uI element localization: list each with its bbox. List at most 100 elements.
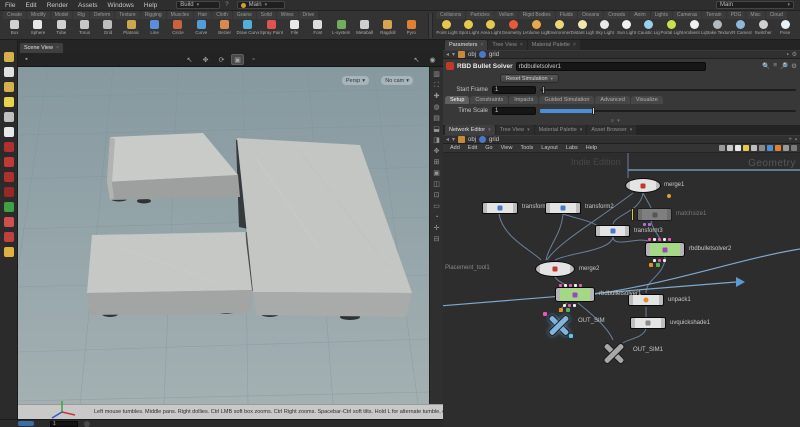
menu-item[interactable]: Edit xyxy=(20,2,41,9)
shelf-tool[interactable]: Point Light xyxy=(436,19,458,39)
side-tool-icon[interactable] xyxy=(4,112,14,122)
side-tool-icon[interactable] xyxy=(4,247,14,257)
shelf-tool[interactable]: Volume Light xyxy=(525,19,548,39)
pane-tab[interactable]: Material Palette× xyxy=(528,40,580,50)
shelf-tool[interactable]: Ambient Light xyxy=(683,19,706,39)
menu-item[interactable]: View xyxy=(497,145,517,151)
menu-item[interactable]: Layout xyxy=(537,145,562,151)
node-transform1[interactable] xyxy=(482,202,518,214)
network-toolbar-icon[interactable] xyxy=(727,145,733,151)
view-option-icon[interactable]: ⊡ xyxy=(434,192,440,200)
shelf-tool[interactable]: Spot Light xyxy=(458,19,480,39)
pane-tab[interactable]: Parameters× xyxy=(445,40,487,50)
plus-icon[interactable]: + xyxy=(788,137,792,143)
view-option-icon[interactable]: ▣ xyxy=(433,170,440,178)
side-tool-icon[interactable] xyxy=(4,232,14,242)
camera-menu-button[interactable]: Persp▾ xyxy=(342,76,369,85)
chevron-down-icon[interactable]: ▾ xyxy=(488,127,491,133)
side-tool-icon[interactable] xyxy=(4,142,14,152)
shelf-tab[interactable]: Create xyxy=(3,11,26,19)
shelf-tab[interactable]: Cloth xyxy=(212,11,232,19)
shelf-tab[interactable]: Particles xyxy=(466,11,493,19)
shelf-tab[interactable]: Modify xyxy=(27,11,50,19)
shelf-tab[interactable]: Rig xyxy=(73,11,89,19)
parameter-tab[interactable]: Setup xyxy=(445,96,469,104)
node-out-sim1[interactable] xyxy=(600,340,628,368)
node-rbdbulletsolver2[interactable] xyxy=(645,242,685,257)
shelf-tool[interactable]: Sphere xyxy=(26,19,49,39)
shelf-tool[interactable]: L-system xyxy=(330,19,353,39)
shelf-divider[interactable] xyxy=(428,13,433,38)
view-option-icon[interactable]: ◔ xyxy=(434,214,438,222)
side-tool-icon[interactable] xyxy=(4,187,14,197)
viewport-tool-icon[interactable]: ◉ xyxy=(426,54,439,65)
shelf-tool[interactable]: Bezier xyxy=(213,19,236,39)
menu-item[interactable]: Help xyxy=(139,2,162,9)
shelf-tool[interactable]: Font xyxy=(306,19,329,39)
play-button[interactable] xyxy=(84,421,90,427)
shelf-tab[interactable]: Drive xyxy=(299,11,319,19)
view-option-icon[interactable]: ✛ xyxy=(434,225,440,233)
scheme-selector[interactable]: Main▾ xyxy=(237,1,285,9)
shelf-tab[interactable]: Model xyxy=(51,11,73,19)
start-frame-field[interactable]: 1 xyxy=(492,86,536,94)
shelf-tool[interactable]: Torus xyxy=(73,19,96,39)
playbar-marker[interactable] xyxy=(18,421,34,426)
menu-item[interactable]: Help xyxy=(582,145,601,151)
shelf-tab[interactable]: Fluids xyxy=(556,11,577,19)
view-option-icon[interactable]: ◨ xyxy=(433,137,440,145)
shelf-tool[interactable]: Environment Light xyxy=(548,19,571,39)
menu-item[interactable]: Windows xyxy=(103,2,139,9)
pane-grip[interactable]: ≡ ▾ xyxy=(611,118,621,124)
search-icon[interactable]: 🔍 xyxy=(762,62,770,70)
side-tool-icon[interactable] xyxy=(4,97,14,107)
menu-item[interactable]: Render xyxy=(42,2,73,9)
network-toolbar-icon[interactable] xyxy=(759,145,765,151)
pane-tab[interactable]: Tree View▾ xyxy=(496,125,534,135)
side-tool-icon[interactable] xyxy=(4,127,14,137)
shelf-tool[interactable]: Pyro xyxy=(400,19,423,39)
side-tool-icon[interactable] xyxy=(4,172,14,182)
shelf-tool[interactable]: Sun Light xyxy=(616,19,638,39)
shelf-tool[interactable]: Sky Light xyxy=(594,19,616,39)
pin-icon[interactable]: ▪ xyxy=(20,54,33,65)
viewport-tool-icon[interactable]: ↖ xyxy=(183,54,196,65)
shelf-tool[interactable]: Switcher xyxy=(752,19,774,39)
network-toolbar-icon[interactable] xyxy=(767,145,773,151)
close-icon[interactable]: × xyxy=(573,42,576,48)
shelf-tab[interactable]: Anim xyxy=(630,11,649,19)
shelf-tab[interactable]: Muscles xyxy=(167,11,193,19)
start-frame-slider[interactable] xyxy=(540,89,796,91)
viewport-tool-icon[interactable]: ↖ xyxy=(410,54,423,65)
shelf-tab[interactable]: Terrain xyxy=(702,11,725,19)
help-icon[interactable]: ? xyxy=(225,2,228,8)
shelf-tool[interactable]: Curve xyxy=(190,19,213,39)
pane-tab[interactable]: Tree View× xyxy=(488,40,526,50)
view-option-icon[interactable]: ◫ xyxy=(433,181,440,189)
node-transform2[interactable] xyxy=(545,202,581,214)
pane-tab[interactable]: Asset Browser▾ xyxy=(587,125,636,135)
view-option-icon[interactable]: ▤ xyxy=(433,115,440,123)
view-option-icon[interactable]: ⊞ xyxy=(434,159,440,167)
shelf-tab[interactable]: Vellum xyxy=(495,11,518,19)
side-tool-icon[interactable] xyxy=(4,202,14,212)
tab-scene-view[interactable]: Scene View× xyxy=(20,43,63,53)
network-toolbar-icon[interactable] xyxy=(743,145,749,151)
shelf-tab[interactable]: Misc xyxy=(746,11,764,19)
network-toolbar-icon[interactable] xyxy=(719,145,725,151)
shelf-tool[interactable]: File xyxy=(283,19,306,39)
shelf-tab[interactable]: Deform xyxy=(90,11,114,19)
close-icon[interactable]: × xyxy=(480,42,483,48)
shelf-tab[interactable]: Lights xyxy=(651,11,672,19)
shelf-tab[interactable]: Solid xyxy=(257,11,276,19)
breadcrumb-node[interactable]: grid xyxy=(489,52,499,58)
shelf-tool[interactable]: Tube xyxy=(50,19,73,39)
node-merge1[interactable] xyxy=(625,178,661,193)
shelf-tab[interactable]: Texture xyxy=(115,11,139,19)
viewport-tool-icon[interactable]: ▫ xyxy=(247,54,260,65)
node-rbdbulletsolver1[interactable] xyxy=(555,287,595,302)
breadcrumb-node[interactable]: grid xyxy=(489,137,499,143)
side-tool-icon[interactable] xyxy=(4,67,14,77)
node-out-sim[interactable] xyxy=(545,312,573,340)
back-icon[interactable]: ◂ xyxy=(446,136,449,143)
